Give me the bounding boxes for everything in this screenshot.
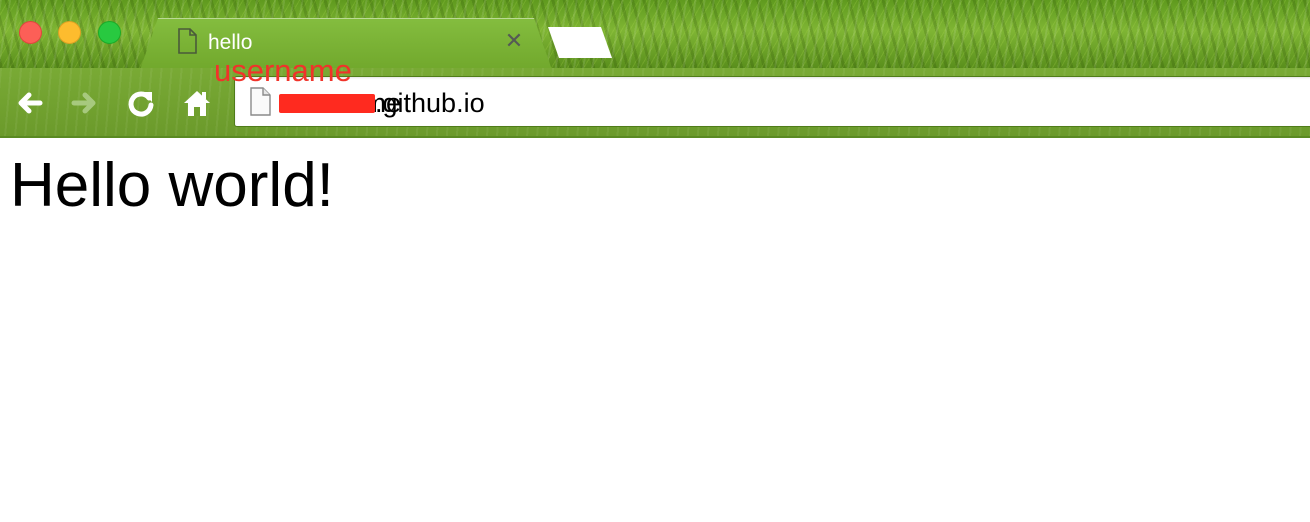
tab-title: hello	[208, 31, 253, 54]
reload-icon[interactable]	[124, 86, 158, 120]
window-minimize-button[interactable]	[58, 21, 81, 44]
browser-window: hello ✕ username .github.io	[0, 0, 1310, 522]
window-close-button[interactable]	[19, 21, 42, 44]
window-maximize-button[interactable]	[98, 21, 121, 44]
page-content: Hello world!	[0, 140, 1310, 522]
url-domain: .github.io	[375, 88, 485, 118]
page-icon	[178, 28, 197, 54]
home-icon[interactable]	[180, 86, 214, 120]
page-heading: Hello world!	[10, 151, 334, 220]
forward-arrow-icon[interactable]	[68, 86, 102, 120]
title-bar: hello ✕	[0, 0, 1310, 70]
toolbar: username .github.io	[0, 68, 1310, 138]
page-icon	[250, 87, 271, 116]
back-arrow-icon[interactable]	[12, 86, 46, 120]
close-icon[interactable]: ✕	[503, 30, 525, 52]
new-tab-button[interactable]	[548, 27, 612, 58]
address-bar[interactable]: username .github.io	[234, 76, 1310, 127]
redaction-mark	[279, 94, 375, 113]
username-annotation: username	[214, 53, 352, 88]
